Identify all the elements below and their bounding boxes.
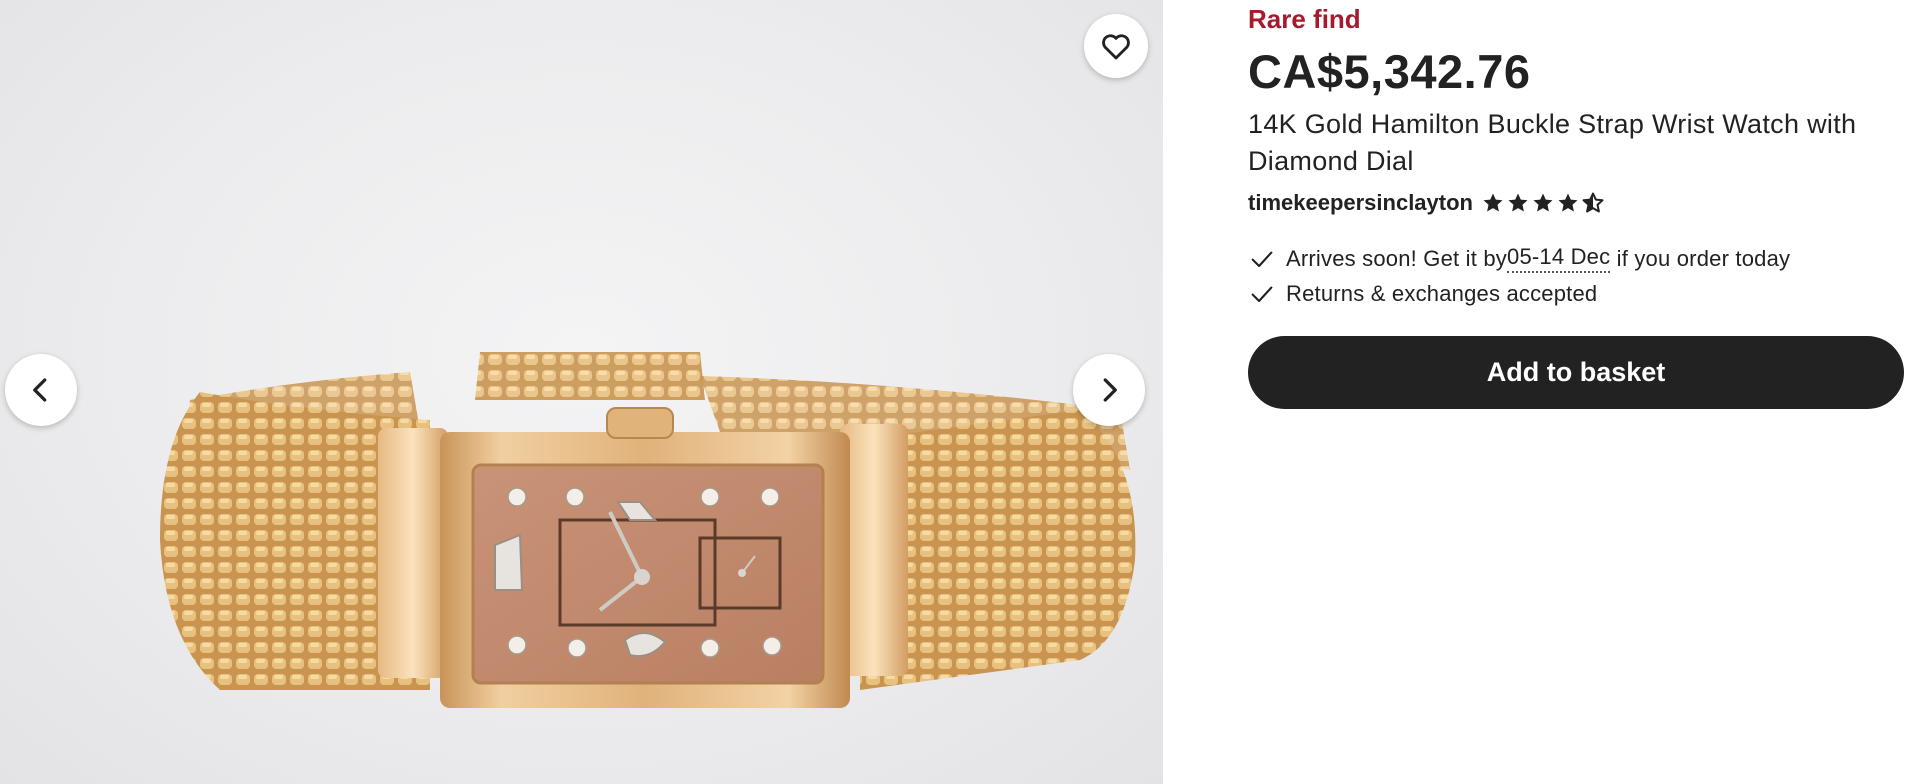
arrives-suffix: if you order today [1610,245,1791,271]
seller-name-link[interactable]: timekeepersinclayton [1248,190,1473,216]
returns-row: Returns & exchanges accepted [1248,280,1597,308]
favorite-button[interactable] [1084,14,1148,78]
returns-text: Returns & exchanges accepted [1286,281,1598,306]
check-icon [1251,286,1273,303]
product-photo [160,352,1136,708]
chevron-left-icon [33,378,47,402]
star-full-icon [1483,193,1503,212]
heart-outline-icon [1102,34,1130,60]
listing-title: 14K Gold Hamilton Buckle Strap Wrist Wat… [1248,109,1857,176]
add-to-basket-button[interactable]: Add to basket [1248,336,1904,409]
next-image-button[interactable] [1073,354,1145,426]
rare-find-badge: Rare find [1248,4,1361,34]
seller-row: timekeepersinclayton [1248,190,1605,216]
star-half-icon [1582,192,1604,213]
listing-price: CA$5,342.76 [1248,45,1531,98]
star-full-icon [1558,193,1578,212]
rating-stars [1481,191,1605,215]
star-full-icon [1508,193,1528,212]
arrives-prefix: Arrives soon! Get it by [1286,245,1508,271]
product-image-gallery [0,0,1163,784]
check-icon [1251,251,1273,267]
previous-image-button[interactable] [5,354,77,426]
delivery-dates-tooltip[interactable]: 05-14 Dec [1507,244,1611,273]
star-full-icon [1533,193,1553,212]
chevron-right-icon [1103,378,1117,402]
delivery-estimate-row: Arrives soon! Get it by 05-14 Dec if you… [1248,244,1790,273]
